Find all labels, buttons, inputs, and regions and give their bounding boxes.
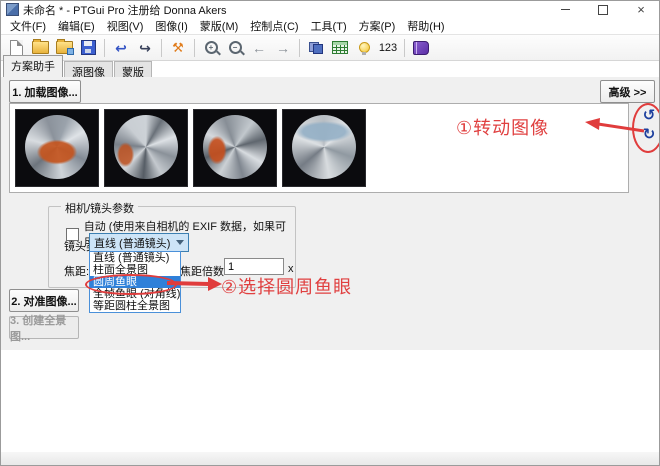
advanced-button[interactable]: 高级 >> — [600, 80, 655, 103]
fisheye-photo — [292, 115, 356, 179]
toolbar-separator — [299, 38, 300, 57]
next-image-button[interactable]: → — [272, 37, 294, 58]
open-folder-icon — [31, 39, 49, 54]
menu-edit[interactable]: 编辑(E) — [52, 17, 101, 35]
zoom-out-icon: − — [228, 41, 242, 54]
annotation-rotate-image: ①转动图像 — [456, 118, 550, 138]
numbers-icon: 123 — [378, 41, 398, 54]
tools-button[interactable]: ⚒ — [167, 37, 189, 58]
redo-icon: ↪ — [139, 39, 151, 56]
menu-mask[interactable]: 蒙版(M) — [194, 17, 245, 35]
previous-image-button[interactable]: ← — [248, 37, 270, 58]
lightbulb-icon — [358, 42, 370, 55]
fisheye-photo — [25, 115, 89, 179]
chevron-down-icon — [176, 240, 184, 245]
option-equirectangular[interactable]: 等距圆柱全景图 — [90, 300, 180, 312]
zoom-out-button[interactable]: − — [224, 37, 246, 58]
menu-bar: 文件(F) 编辑(E) 视图(V) 图像(I) 蒙版(M) 控制点(C) 工具(… — [1, 18, 659, 34]
client-area: 1. 加载图像... 高级 >> ↺ ↻ 相机/镜头参数 自动 (使用来自相机的… — [1, 77, 659, 465]
menu-project[interactable]: 方案(P) — [353, 17, 402, 35]
menu-image[interactable]: 图像(I) — [149, 17, 193, 35]
align-images-button[interactable]: 2. 对准图像... — [9, 289, 79, 312]
menu-view[interactable]: 视图(V) — [101, 17, 150, 35]
undo-button[interactable]: ↩ — [110, 37, 132, 58]
image-parameters-button[interactable] — [305, 37, 327, 58]
help-button[interactable] — [410, 37, 432, 58]
lens-type-combobox[interactable]: 直线 (普通镜头) — [89, 233, 189, 252]
zoom-in-button[interactable]: + — [200, 37, 222, 58]
toolbar-separator — [194, 38, 195, 57]
focal-length-label: 焦距: — [64, 266, 90, 278]
red-circle-fisheye-option — [85, 274, 177, 295]
fisheye-image-2[interactable] — [104, 109, 188, 187]
menu-file[interactable]: 文件(F) — [4, 17, 52, 35]
lens-type-value: 直线 (普通镜头) — [94, 237, 171, 250]
numbers-button[interactable]: 123 — [377, 37, 399, 58]
save-button[interactable] — [77, 37, 99, 58]
title-bar: 未命名 * - PTGui Pro 注册给 Donna Akers × — [1, 1, 659, 18]
window-title: 未命名 * - PTGui Pro 注册给 Donna Akers — [23, 4, 227, 17]
tab-source-images[interactable]: 源图像 — [64, 61, 113, 79]
toolbar: ↩ ↪ ⚒ + − ← → 123 — [1, 34, 659, 61]
arrow-left-icon: ← — [252, 39, 266, 56]
fisheye-photo — [203, 115, 267, 179]
save-icon — [80, 40, 96, 55]
undo-icon: ↩ — [115, 39, 127, 56]
tools-icon: ⚒ — [172, 39, 184, 55]
groupbox-title: 相机/镜头参数 — [61, 200, 139, 216]
zoom-in-icon: + — [204, 41, 218, 54]
help-book-icon — [413, 40, 429, 55]
close-button[interactable]: × — [635, 3, 647, 16]
tab-project-assistant[interactable]: 方案助手 — [3, 55, 63, 77]
table-view-button[interactable] — [329, 37, 351, 58]
tab-mask[interactable]: 蒙版 — [114, 61, 152, 79]
images-icon — [309, 41, 323, 54]
fisheye-image-4[interactable] — [282, 109, 366, 187]
annotation-select-fisheye: ②选择圆周鱼眼 — [221, 277, 353, 297]
window-bottom-strip — [1, 452, 659, 465]
new-file-icon — [9, 39, 23, 56]
create-panorama-button: 3. 创建全景图... — [9, 315, 79, 343]
window-controls: × — [559, 1, 653, 18]
redo-button[interactable]: ↪ — [134, 37, 156, 58]
menu-help[interactable]: 帮助(H) — [401, 17, 450, 35]
menu-tools[interactable]: 工具(T) — [305, 17, 353, 35]
load-images-button[interactable]: 1. 加载图像... — [9, 80, 81, 103]
red-arrow-to-rotate — [585, 118, 645, 133]
minimize-button[interactable] — [559, 4, 571, 16]
arrow-right-icon: → — [276, 39, 290, 56]
red-arrow-to-option — [167, 277, 222, 291]
toolbar-separator — [404, 38, 405, 57]
option-rectilinear[interactable]: 直线 (普通镜头) — [90, 252, 180, 264]
ptgui-window: 未命名 * - PTGui Pro 注册给 Donna Akers × 文件(F… — [0, 0, 660, 466]
project-assistant-pane: 1. 加载图像... 高级 >> ↺ ↻ 相机/镜头参数 自动 (使用来自相机的… — [1, 77, 659, 350]
toolbar-separator — [161, 38, 162, 57]
folder-template-icon — [55, 39, 74, 55]
fisheye-image-3[interactable] — [193, 109, 277, 187]
fisheye-image-1[interactable] — [15, 109, 99, 187]
table-icon — [332, 41, 348, 54]
optimizer-button[interactable] — [353, 37, 375, 58]
fisheye-photo — [114, 115, 178, 179]
toolbar-separator — [104, 38, 105, 57]
tab-bar: 方案助手 源图像 蒙版 — [1, 55, 659, 79]
app-icon — [6, 3, 19, 16]
maximize-button[interactable] — [597, 4, 609, 16]
menu-controlpoints[interactable]: 控制点(C) — [244, 17, 304, 35]
